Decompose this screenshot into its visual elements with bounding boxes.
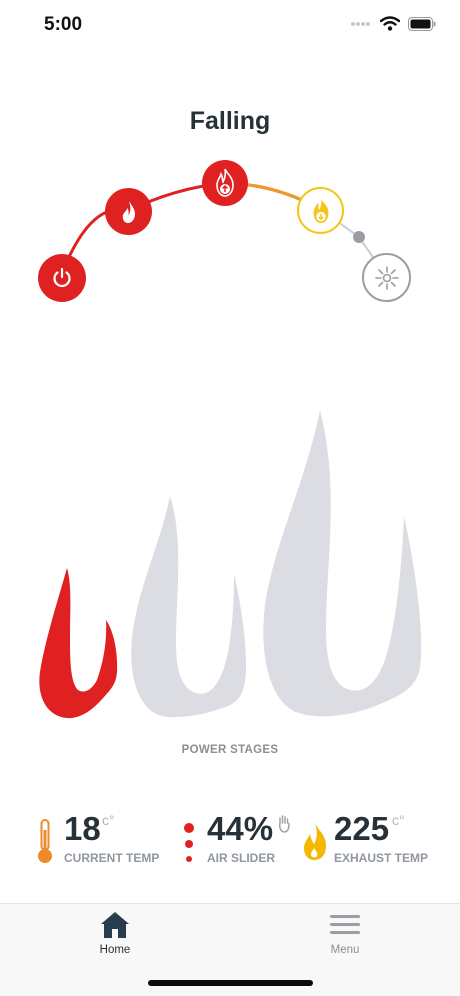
power-stages-graphic xyxy=(39,410,422,719)
stage-increasing-button[interactable] xyxy=(202,160,248,206)
home-icon xyxy=(101,912,129,938)
stage-falling-button[interactable] xyxy=(297,187,344,234)
thermometer-icon xyxy=(38,819,52,863)
current-temp-value: 18 xyxy=(64,810,101,847)
exhaust-temp-unit: c° xyxy=(392,812,405,828)
exhaust-temp-stat: 225 c° EXHAUST TEMP xyxy=(302,810,432,870)
air-indicator-icon xyxy=(184,823,194,862)
signal-icon xyxy=(351,21,370,26)
spark-icon xyxy=(374,265,399,290)
stage-ember-button[interactable] xyxy=(362,253,411,302)
menu-icon xyxy=(330,915,360,934)
exhaust-temp-value: 225 xyxy=(334,810,390,847)
hand-icon xyxy=(278,815,290,833)
battery-icon xyxy=(408,16,436,31)
air-slider-stat[interactable]: 44% AIR SLIDER xyxy=(183,810,298,870)
power-icon xyxy=(53,267,71,288)
tab-home-label: Home xyxy=(99,944,131,956)
current-temp-stat: 18 c° CURRENT TEMP xyxy=(34,810,174,870)
tab-home[interactable]: Home xyxy=(55,904,175,974)
stage-kindling-button[interactable] xyxy=(105,188,152,235)
current-temp-unit: c° xyxy=(102,812,115,828)
exhaust-temp-label: EXHAUST TEMP xyxy=(334,851,429,865)
stage-connector-dot xyxy=(353,231,365,243)
current-temp-label: CURRENT TEMP xyxy=(64,851,160,865)
power-stage-2-flame xyxy=(131,496,246,718)
wifi-icon xyxy=(380,16,400,31)
tab-menu-label: Menu xyxy=(330,944,360,956)
power-stage-1-flame xyxy=(39,568,118,719)
home-indicator xyxy=(148,980,313,986)
power-stages-label: POWER STAGES xyxy=(181,744,279,756)
stage-off-button[interactable] xyxy=(38,254,86,302)
flame-down-icon xyxy=(313,198,328,223)
air-slider-value: 44% xyxy=(207,810,274,847)
air-slider-label: AIR SLIDER xyxy=(207,851,276,865)
flame-icon xyxy=(122,200,135,223)
exhaust-flame-icon xyxy=(304,822,326,860)
tab-menu[interactable]: Menu xyxy=(285,904,405,974)
flame-up-icon xyxy=(216,168,234,197)
status-time: 5:00 xyxy=(44,14,83,35)
power-stage-3-flame xyxy=(263,410,422,717)
status-bar: 5:00 xyxy=(0,0,460,50)
burn-state-title: Falling xyxy=(189,107,271,135)
